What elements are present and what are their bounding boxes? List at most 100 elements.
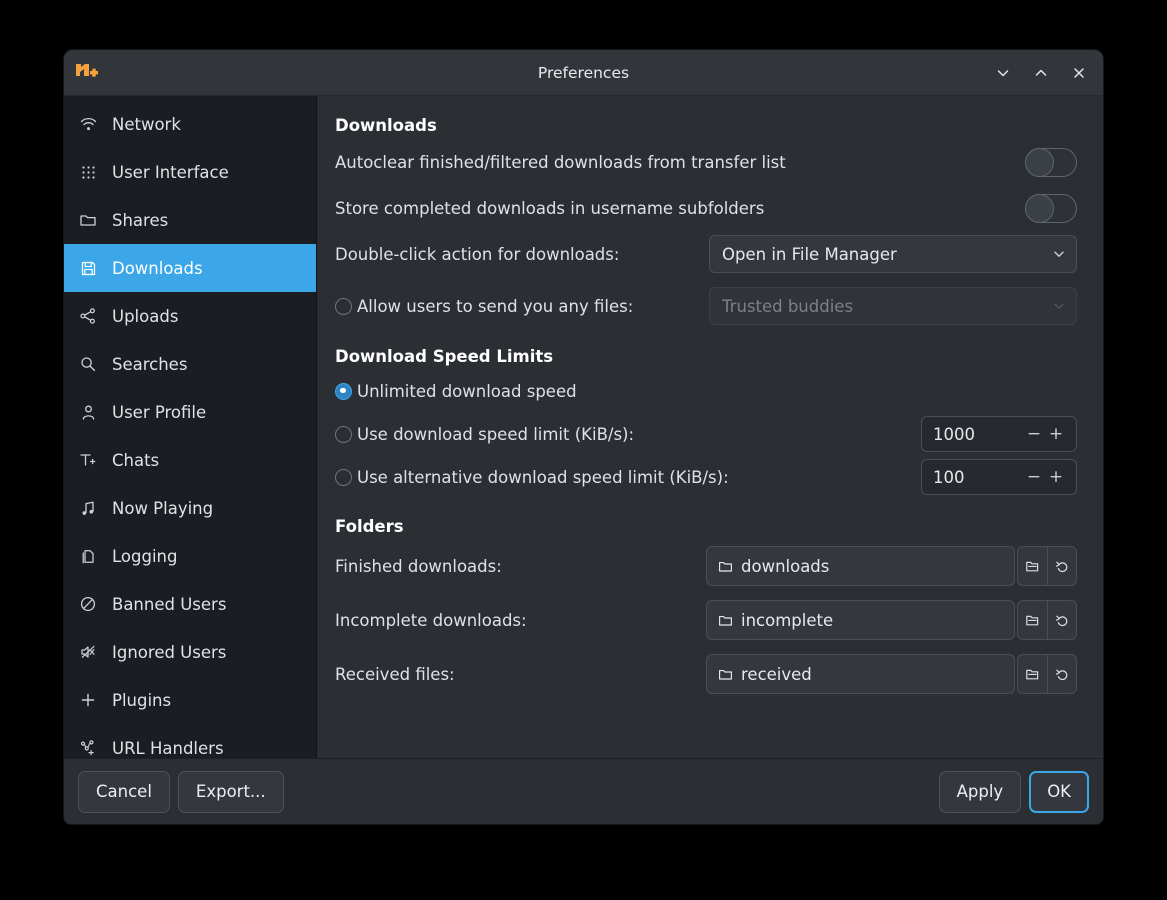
incomplete-downloads-label: Incomplete downloads: [335, 610, 527, 630]
reset-folder-button[interactable] [1047, 655, 1076, 693]
folder-icon [718, 613, 733, 628]
toggle-knob [1025, 193, 1054, 223]
incomplete-downloads-path[interactable]: incomplete [706, 600, 1015, 640]
sidebar-item-label: Shares [112, 210, 169, 230]
browse-folder-button[interactable] [1018, 655, 1047, 693]
autoclear-toggle[interactable] [1025, 147, 1077, 177]
setting-row-autoclear: Autoclear finished/filtered downloads fr… [335, 143, 1077, 181]
speed-option-alt-limit: Use alternative download speed limit (Ki… [335, 459, 1077, 495]
sidebar-item-searches[interactable]: Searches [64, 340, 316, 388]
doubleclick-action-dropdown[interactable]: Open in File Manager [709, 235, 1077, 273]
sidebar-item-banned-users[interactable]: Banned Users [64, 580, 316, 628]
sidebar-item-plugins[interactable]: Plugins [64, 676, 316, 724]
apply-button[interactable]: Apply [938, 770, 1022, 813]
close-button[interactable] [1065, 59, 1093, 87]
revert-arrow-icon [1055, 561, 1067, 572]
autoclear-label: Autoclear finished/filtered downloads fr… [335, 152, 786, 172]
sidebar-item-label: Searches [112, 354, 188, 374]
sidebar-item-label: Logging [112, 546, 178, 566]
sidebar-item-label: Now Playing [112, 498, 214, 518]
setting-row-store-subfolders: Store completed downloads in username su… [335, 189, 1077, 227]
alt-download-limit-radio[interactable] [335, 468, 352, 486]
download-limit-spinbutton[interactable]: 1000 − + [921, 416, 1077, 452]
speed-option-limit: Use download speed limit (KiB/s): 1000 −… [335, 416, 1077, 452]
maximize-button[interactable] [1027, 59, 1055, 87]
downloads-settings-panel: Downloads Autoclear finished/filtered do… [317, 96, 1103, 758]
unlimited-speed-radio[interactable] [335, 382, 352, 400]
documents-icon [78, 546, 98, 566]
section-heading-folders: Folders [335, 517, 404, 536]
export-button[interactable]: Export... [177, 770, 284, 813]
folder-action-buttons [1017, 654, 1077, 694]
sidebar-item-url-handlers[interactable]: URL Handlers [64, 724, 316, 758]
close-icon [1074, 67, 1084, 78]
sidebar-item-label: Chats [112, 450, 160, 470]
sidebar-item-label: Uploads [112, 306, 179, 326]
folder-action-buttons [1017, 600, 1077, 640]
sidebar-item-downloads[interactable]: Downloads [64, 244, 316, 292]
music-note-icon [78, 498, 98, 518]
received-files-chooser: received [706, 654, 1077, 694]
allow-send-dropdown[interactable]: Trusted buddies [709, 287, 1077, 325]
allow-send-label: Allow users to send you any files: [357, 296, 634, 316]
reset-folder-button[interactable] [1047, 601, 1076, 639]
sidebar-item-logging[interactable]: Logging [64, 532, 316, 580]
spin-increment-button[interactable]: + [1045, 424, 1067, 444]
chevron-down-icon [1052, 299, 1066, 313]
download-limit-radio[interactable] [335, 425, 352, 443]
spin-decrement-button[interactable]: − [1023, 467, 1045, 487]
cancel-button[interactable]: Cancel [78, 770, 170, 813]
sidebar-item-network[interactable]: Network [64, 100, 316, 148]
spin-decrement-button[interactable]: − [1023, 424, 1045, 444]
received-files-path[interactable]: received [706, 654, 1015, 694]
dropdown-value: Trusted buddies [722, 296, 854, 316]
doubleclick-label: Double-click action for downloads: [335, 244, 620, 264]
minimize-button[interactable] [989, 59, 1017, 87]
alt-download-limit-spinbutton[interactable]: 100 − + [921, 459, 1077, 495]
sidebar-item-now-playing[interactable]: Now Playing [64, 484, 316, 532]
folder-row-incomplete: Incomplete downloads: incomplete [335, 600, 1077, 640]
unlimited-speed-label: Unlimited download speed [357, 381, 577, 401]
reset-folder-button[interactable] [1047, 547, 1076, 585]
dialog-button-bar: Cancel Export... Apply OK [64, 758, 1103, 824]
browse-folder-button[interactable] [1018, 547, 1047, 585]
folder-open-icon [1026, 561, 1039, 571]
sidebar-item-label: User Interface [112, 162, 229, 182]
link-add-icon [78, 738, 98, 758]
chevron-down-icon [1052, 247, 1066, 261]
received-files-label: Received files: [335, 664, 455, 684]
ok-button[interactable]: OK [1029, 770, 1089, 813]
sidebar-item-user-interface[interactable]: User Interface [64, 148, 316, 196]
sidebar-item-shares[interactable]: Shares [64, 196, 316, 244]
finished-downloads-path[interactable]: downloads [706, 546, 1015, 586]
sidebar-item-chats[interactable]: Chats [64, 436, 316, 484]
window-controls [989, 59, 1093, 87]
sidebar-item-uploads[interactable]: Uploads [64, 292, 316, 340]
sidebar-item-label: Network [112, 114, 181, 134]
folder-row-finished: Finished downloads: downloads [335, 546, 1077, 586]
person-icon [78, 402, 98, 422]
window-body: Network User Interface Shares Downloads … [64, 96, 1103, 758]
store-subfolders-toggle[interactable] [1025, 193, 1077, 223]
preferences-window: Preferences Network User Interface Share… [64, 50, 1103, 824]
text-add-icon [78, 450, 98, 470]
folder-path-value: downloads [741, 556, 830, 576]
window-title: Preferences [537, 63, 630, 82]
sidebar-item-ignored-users[interactable]: Ignored Users [64, 628, 316, 676]
sidebar-item-label: Downloads [112, 258, 203, 278]
block-icon [78, 594, 98, 614]
allow-send-radio[interactable] [335, 297, 352, 315]
spin-increment-button[interactable]: + [1045, 467, 1067, 487]
folder-icon [718, 667, 733, 682]
save-disk-icon [78, 258, 98, 278]
grid-dots-icon [78, 162, 98, 182]
sidebar-item-label: Banned Users [112, 594, 227, 614]
folder-open-icon [1026, 615, 1039, 625]
browse-folder-button[interactable] [1018, 601, 1047, 639]
folder-action-buttons [1017, 546, 1077, 586]
chevron-down-icon [997, 69, 1009, 76]
setting-row-allow-send: Allow users to send you any files: Trust… [335, 287, 1077, 325]
chevron-up-icon [1035, 69, 1047, 76]
spin-value: 100 [933, 467, 965, 487]
sidebar-item-user-profile[interactable]: User Profile [64, 388, 316, 436]
